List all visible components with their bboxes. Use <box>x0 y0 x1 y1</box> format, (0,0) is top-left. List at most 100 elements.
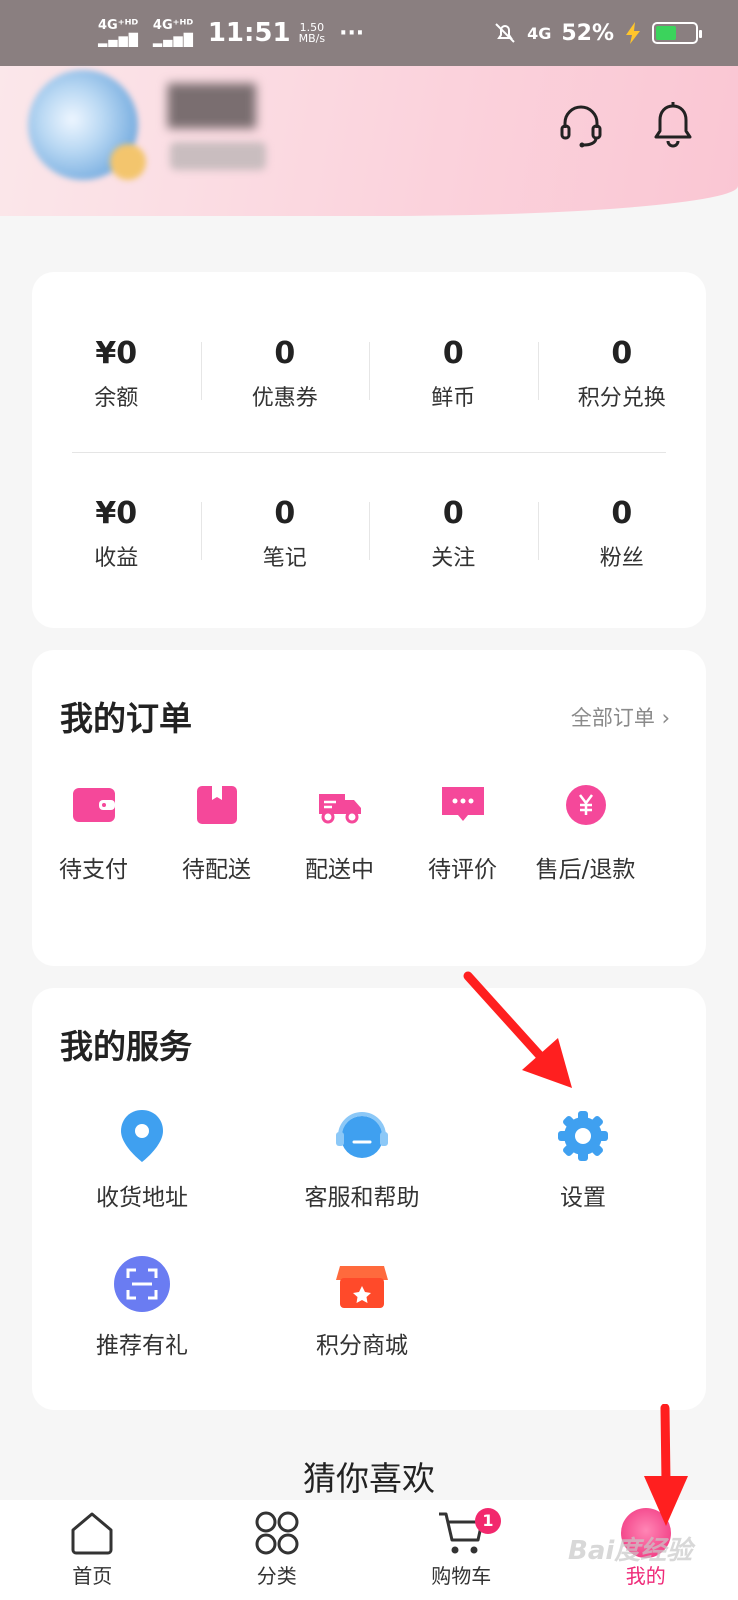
service-label: 积分商城 <box>316 1333 408 1359</box>
stat-label: 粉丝 <box>599 546 644 571</box>
headset-icon[interactable] <box>556 100 606 150</box>
home-icon <box>71 1512 113 1555</box>
username-blurred[interactable]: ███ <box>168 84 256 128</box>
stat-label: 笔记 <box>262 546 307 571</box>
signal-1-label: 4G⁺ᴴᴰ <box>98 18 139 33</box>
service-referral-gift[interactable]: 推荐有礼 <box>32 1254 252 1360</box>
stat-points-exchange[interactable]: 0 积分兑换 <box>537 334 707 412</box>
stat-label: 积分兑换 <box>577 386 666 411</box>
order-pending-payment[interactable]: 待支付 <box>32 782 155 884</box>
charging-icon <box>626 22 640 44</box>
clock: 11:51 <box>207 18 291 48</box>
order-label: 售后/退款 <box>535 857 636 883</box>
my-services-card: 我的服务 收货地址 客服和帮助 设置 推荐有礼 积分商城 <box>32 988 706 1410</box>
store-icon <box>336 1266 388 1308</box>
stats-row-2: ¥0 收益 0 笔记 0 关注 0 粉丝 <box>32 494 706 572</box>
section-title: 我的服务 <box>60 1027 192 1066</box>
tab-label: 购物车 <box>431 1564 492 1588</box>
stat-following[interactable]: 0 关注 <box>369 494 538 572</box>
stat-label: 关注 <box>431 546 476 571</box>
my-orders-card: 我的订单 全部订单 › 待支付 待配送 配送中 待评价 售后/退款 <box>32 650 706 966</box>
stat-fresh-coins[interactable]: 0 鲜币 <box>369 334 538 412</box>
scan-icon <box>114 1256 170 1312</box>
more-notifications-icon: ··· <box>339 20 365 46</box>
stats-row-1: ¥0 余额 0 优惠券 0 鲜币 0 积分兑换 <box>32 334 706 412</box>
stat-label: 鲜币 <box>431 386 476 411</box>
order-label: 待支付 <box>59 857 128 883</box>
stat-value: ¥0 <box>95 496 138 531</box>
service-settings[interactable]: 设置 <box>473 1106 693 1212</box>
stat-fans[interactable]: 0 粉丝 <box>537 494 707 572</box>
service-label: 设置 <box>560 1185 606 1211</box>
order-after-sales-refund[interactable]: 售后/退款 <box>524 782 647 884</box>
network-type: 4G <box>527 23 552 43</box>
stat-value: 0 <box>442 336 464 371</box>
category-icon <box>255 1511 299 1555</box>
service-label: 收货地址 <box>96 1185 188 1211</box>
chevron-right-icon: › <box>661 706 670 730</box>
tab-category[interactable]: 分类 <box>185 1500 370 1600</box>
network-speed: 1.50 MB/s <box>299 22 325 44</box>
speed-unit: MB/s <box>298 32 326 45</box>
stat-notes[interactable]: 0 笔记 <box>200 494 370 572</box>
order-label: 配送中 <box>305 857 374 883</box>
cart-badge: 1 <box>475 1508 501 1534</box>
stat-balance[interactable]: ¥0 余额 <box>32 334 201 412</box>
service-points-mall[interactable]: 积分商城 <box>252 1254 472 1360</box>
account-stats-card: ¥0 余额 0 优惠券 0 鲜币 0 积分兑换 ¥0 收益 0 笔记 0 关注 0 粉丝 <box>32 272 706 628</box>
bell-icon[interactable] <box>648 100 698 150</box>
battery-fill <box>656 26 676 40</box>
tab-home[interactable]: 首页 <box>0 1500 185 1600</box>
order-delivering[interactable]: 配送中 <box>278 782 401 884</box>
section-title: 我的订单 <box>60 699 192 738</box>
service-shipping-address[interactable]: 收货地址 <box>32 1106 252 1212</box>
mute-bell-icon <box>495 23 515 43</box>
comment-icon <box>441 787 484 821</box>
signal-bars-icon: ▂▄▆█ <box>152 33 194 47</box>
stat-label: 优惠券 <box>251 386 318 411</box>
service-label: 客服和帮助 <box>304 1185 420 1211</box>
status-bar: 4G⁺ᴴᴰ ▂▄▆█ 4G⁺ᴴᴰ ▂▄▆█ 11:51 1.50 MB/s ··· 4… <box>0 0 738 66</box>
truck-icon <box>318 794 361 824</box>
stat-value: 0 <box>274 336 296 371</box>
stat-value: 0 <box>274 496 296 531</box>
wallet-icon <box>72 788 115 822</box>
battery-percent: 52% <box>561 20 614 46</box>
order-status-row: 待支付 待配送 配送中 待评价 售后/退款 <box>32 782 706 884</box>
stat-coupons[interactable]: 0 优惠券 <box>200 334 370 412</box>
location-pin-icon <box>121 1110 163 1162</box>
signal-2-label: 4G⁺ᴴᴰ <box>152 18 194 33</box>
battery-icon <box>652 22 702 44</box>
stat-label: 收益 <box>94 546 139 571</box>
tab-label: 首页 <box>72 1564 113 1588</box>
service-label: 推荐有礼 <box>96 1333 188 1359</box>
watermark-logo: Bai度经验 <box>568 1536 693 1566</box>
order-pending-delivery[interactable]: 待配送 <box>155 782 278 884</box>
service-customer-help[interactable]: 客服和帮助 <box>252 1106 472 1212</box>
package-icon <box>196 786 237 824</box>
customer-service-icon <box>336 1112 388 1158</box>
stat-value: 0 <box>611 496 633 531</box>
tab-cart[interactable]: 1 购物车 <box>369 1500 554 1600</box>
member-badge <box>110 144 146 180</box>
order-label: 待评价 <box>428 857 497 883</box>
profile-header: ███ <box>0 66 738 216</box>
divider <box>72 452 666 453</box>
order-pending-review[interactable]: 待评价 <box>401 782 524 884</box>
stat-value: 0 <box>442 496 464 531</box>
signal-1: 4G⁺ᴴᴰ ▂▄▆█ <box>98 18 139 48</box>
stat-value: 0 <box>611 336 633 371</box>
all-orders-link[interactable]: 全部订单 › <box>571 702 670 732</box>
order-label: 待配送 <box>182 857 251 883</box>
signal-2: 4G⁺ᴴᴰ ▂▄▆█ <box>152 18 194 48</box>
stat-label: 余额 <box>94 386 139 411</box>
guess-you-like-title: 猜你喜欢 <box>303 1459 435 1498</box>
gear-icon <box>558 1111 608 1161</box>
stat-earnings[interactable]: ¥0 收益 <box>32 494 201 572</box>
all-orders-label: 全部订单 <box>570 706 655 730</box>
signal-bars-icon: ▂▄▆█ <box>98 33 139 47</box>
tab-label: 分类 <box>256 1564 297 1588</box>
refund-icon <box>565 785 606 825</box>
stat-value: ¥0 <box>95 336 138 371</box>
user-tag-blurred <box>170 142 266 170</box>
